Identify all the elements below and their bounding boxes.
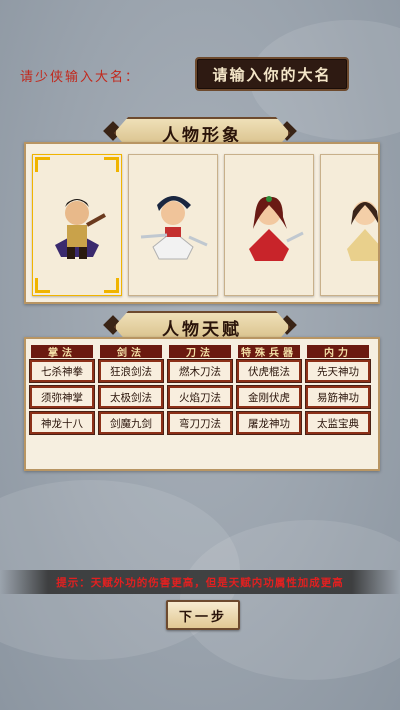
talent-cell[interactable]: 狂浪剑法 — [98, 359, 164, 383]
talent-cell[interactable]: 易筋神功 — [305, 385, 371, 409]
talent-header-palm: 掌法 — [31, 345, 93, 359]
character-card-3[interactable] — [224, 154, 314, 296]
talent-cell[interactable]: 金刚伏虎 — [236, 385, 302, 409]
tip-text: 提示：天赋外功的伤害更高，但是天赋内功属性加成更高 — [0, 570, 400, 594]
talent-table: 掌法 剑法 刀法 特殊兵器 内力 七杀神拳 狂浪剑法 燃木刀法 伏虎棍法 先天神… — [24, 337, 380, 471]
name-prompt-label: 请少侠输入大名： — [20, 70, 141, 85]
next-step-button[interactable]: 下一步 — [166, 600, 240, 630]
talent-cell[interactable]: 火焰刀法 — [167, 385, 233, 409]
talent-cell[interactable]: 七杀神拳 — [29, 359, 95, 383]
character-card-1[interactable] — [32, 154, 122, 296]
talent-header-sword: 剑法 — [100, 345, 162, 359]
talent-cell[interactable]: 先天神功 — [305, 359, 371, 383]
talent-header-special: 特殊兵器 — [238, 345, 300, 359]
character-selector[interactable] — [24, 142, 380, 304]
heroine-avatar-icon — [249, 196, 304, 261]
talent-cell[interactable]: 屠龙神功 — [236, 411, 302, 435]
talent-cell[interactable]: 太极剑法 — [98, 385, 164, 409]
character-card-4[interactable] — [320, 154, 378, 296]
talent-cell[interactable]: 神龙十八 — [29, 411, 95, 435]
talent-cell[interactable]: 弯刀刀法 — [167, 411, 233, 435]
talent-cell[interactable]: 伏虎棍法 — [236, 359, 302, 383]
talent-cell[interactable]: 太监宝典 — [305, 411, 371, 435]
talent-header-blade: 刀法 — [169, 345, 231, 359]
name-input[interactable]: 请输入你的大名 — [195, 57, 349, 91]
talent-cell[interactable]: 燃木刀法 — [167, 359, 233, 383]
talent-cell[interactable]: 须弥神掌 — [29, 385, 95, 409]
character-card-2[interactable] — [128, 154, 218, 296]
lady-avatar-icon — [347, 201, 378, 261]
warrior-avatar-icon — [55, 199, 106, 259]
talent-header-inner: 内力 — [307, 345, 369, 359]
talent-cell[interactable]: 剑魔九剑 — [98, 411, 164, 435]
swordsman-avatar-icon — [140, 196, 208, 260]
